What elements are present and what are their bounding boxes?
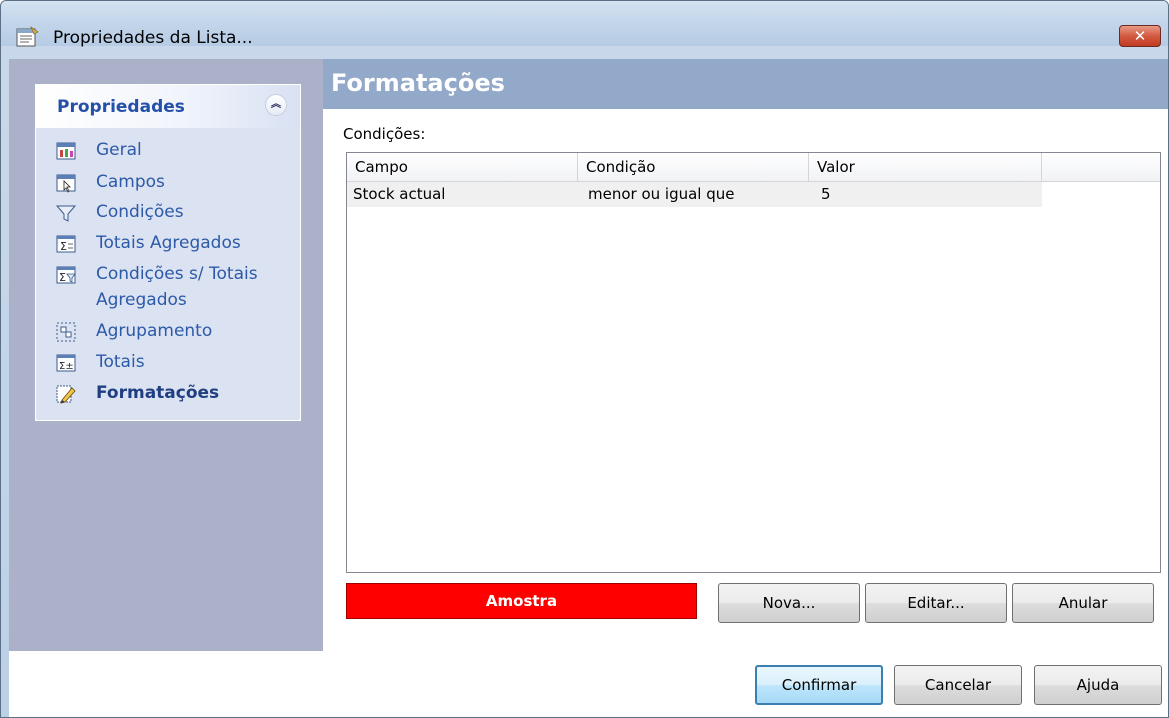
help-button[interactable]: Ajuda <box>1034 665 1162 705</box>
column-header-condicao[interactable]: Condição <box>578 153 809 181</box>
fields-icon <box>56 174 76 193</box>
confirm-button[interactable]: Confirmar <box>755 665 883 705</box>
sidebar-item-label: Totais Agregados <box>96 233 241 253</box>
close-button[interactable]: ✕ <box>1119 25 1161 47</box>
properties-panel: Propriedades ︽ Geral Campos Condições Σ … <box>35 84 301 421</box>
title-bar[interactable]: Propriedades da Lista... ✕ <box>1 1 1168 48</box>
sidebar-item-label: Formatações <box>96 383 220 403</box>
sigma-condition-icon: Σ <box>56 266 76 284</box>
sample-preview: Amostra <box>346 583 697 619</box>
panel-header[interactable]: Propriedades ︽ <box>36 85 300 128</box>
cell-condicao: menor ou igual que <box>588 185 735 203</box>
grouping-icon <box>56 322 76 342</box>
content-header: Formatações <box>323 59 1168 109</box>
svg-text:Σ±: Σ± <box>59 361 74 372</box>
sidebar-item-label-line2: Agregados <box>96 290 187 310</box>
svg-text:Σ: Σ <box>59 271 66 284</box>
panel-title: Propriedades <box>57 97 185 117</box>
conditions-label: Condições: <box>343 125 426 143</box>
page-title: Formatações <box>331 69 505 97</box>
conditions-list[interactable]: Campo Condição Valor Stock actual menor … <box>346 152 1161 573</box>
edit-button[interactable]: Editar... <box>865 583 1007 623</box>
cell-valor: 5 <box>821 185 831 203</box>
totals-icon: Σ± <box>56 354 76 372</box>
column-header-valor[interactable]: Valor <box>809 153 1042 181</box>
sidebar-item-label: Totais <box>96 352 145 372</box>
close-icon: ✕ <box>1133 27 1147 45</box>
sidebar-item-label: Condições s/ Totais <box>96 264 258 284</box>
sidebar: Propriedades ︽ Geral Campos Condições Σ … <box>9 59 323 651</box>
sigma-aggregate-icon: Σ <box>56 235 76 253</box>
column-header-campo[interactable]: Campo <box>347 153 578 181</box>
sidebar-item-label: Agrupamento <box>96 321 213 341</box>
dialog-client-area: Propriedades ︽ Geral Campos Condições Σ … <box>9 59 1168 717</box>
delete-button[interactable]: Anular <box>1012 583 1154 623</box>
cancel-button[interactable]: Cancelar <box>894 665 1022 705</box>
cell-campo: Stock actual <box>353 185 446 203</box>
sidebar-item-label: Campos <box>96 172 165 192</box>
general-properties-icon <box>56 142 76 160</box>
table-row[interactable]: Stock actual menor ou igual que 5 <box>347 182 1042 207</box>
new-button[interactable]: Nova... <box>718 583 860 623</box>
svg-text:Σ: Σ <box>60 240 67 253</box>
window-title: Propriedades da Lista... <box>53 28 253 48</box>
formatting-pencil-icon <box>56 385 76 404</box>
sidebar-item-label: Condições <box>96 202 184 222</box>
dialog-window: Propriedades da Lista... ✕ Propriedades … <box>0 0 1169 718</box>
sidebar-item-label: Geral <box>96 140 142 160</box>
list-header: Campo Condição Valor <box>347 153 1160 182</box>
funnel-filter-icon <box>56 205 76 222</box>
column-header-filler <box>1042 153 1160 181</box>
double-chevron-up-icon: ︽ <box>271 99 281 110</box>
collapse-button[interactable]: ︽ <box>265 94 287 116</box>
list-properties-icon <box>16 26 39 47</box>
